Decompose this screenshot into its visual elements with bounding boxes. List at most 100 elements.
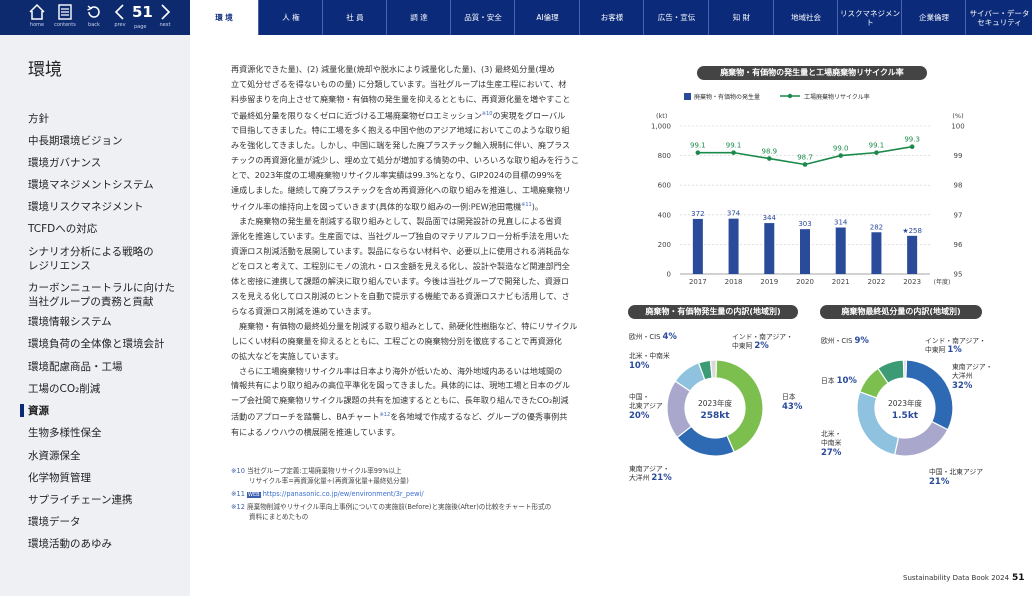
legend-bar-label: 廃棄物・有価物の発生量 <box>694 93 760 101</box>
bar-2022 <box>871 232 882 274</box>
sidebar-item-resources[interactable]: 資源 <box>28 404 49 418</box>
tab-business-ethics[interactable]: 企業倫理 <box>901 0 966 35</box>
sidebar-item-info-system[interactable]: 環境情報システム <box>28 315 112 329</box>
tab-employees[interactable]: 社 員 <box>322 0 387 35</box>
bar-value-label: 344 <box>763 214 777 222</box>
right-tick-label: 97 <box>954 211 963 219</box>
sidebar-item-biodiversity[interactable]: 生物多様性保全 <box>28 426 102 440</box>
text-line: 達成しました。継続して廃プラスチックを含め再資源化への取り組みを推進し、工場廃棄… <box>231 184 571 195</box>
chart-2-title: 廃棄物・有価物発生量の内訳(地域別) <box>628 305 798 319</box>
tab-quality-safety[interactable]: 品質・安全 <box>450 0 515 35</box>
sidebar-item-env-data[interactable]: 環境データ <box>28 515 81 529</box>
sidebar-item-governance[interactable]: 環境ガバナンス <box>28 156 101 170</box>
text-line: らなる資源ロス削減を進めていきます。 <box>231 305 376 316</box>
text-line: 活動のアプローチを踏襲し、BAチャート※12を各地域で作成するなど、グループの優… <box>231 408 593 425</box>
tab-risk-management[interactable]: リスクマネジメント <box>837 0 902 35</box>
bar-value-label: 374 <box>727 210 741 218</box>
tab-environment[interactable]: 環 境 <box>190 0 258 35</box>
line-value-label: 98.7 <box>797 153 813 161</box>
text-line: で最終処分量を限りなくゼロに近づける工場廃棄物ゼロエミッション※10の実現をグロ… <box>231 107 593 124</box>
text-span: サイクル率の維持向上を図っていきます(具体的な取り組みの一例:PEW池田電機 <box>231 201 522 212</box>
donut-percent: 21% <box>651 473 672 483</box>
text-line: 廃棄物・有価物の最終処分量を削減する取り組みとして、熱硬化性樹脂など、特にリサイ… <box>239 320 578 331</box>
footnote-ref[interactable]: ※11 <box>521 202 532 208</box>
page-number[interactable]: 51 <box>132 3 153 21</box>
next-button[interactable]: next <box>152 3 178 28</box>
text-line: 情報共有により取り組みの高位平準化を図ってきました。具体的には、現地工場と日本の… <box>231 380 571 391</box>
footnote-ref[interactable]: ※12 <box>380 412 391 418</box>
external-link[interactable]: https://panasonic.co.jp/ew/environment/3… <box>263 490 424 498</box>
donut-chart-final-disposal: 2023年度 1.5kt 東南アジア・大洋州32% 中国・北東アジア21% 北米・中南米… <box>821 336 993 487</box>
bar-value-label: 303 <box>798 220 811 228</box>
back-button[interactable]: back <box>81 3 107 28</box>
sidebar-item-history[interactable]: 環境活動のあゆみ <box>28 537 112 551</box>
sidebar-item-accounting[interactable]: 環境負荷の全体像と環境会計 <box>28 337 165 351</box>
tab-cyber-security[interactable]: サイバー・データ セキュリティ <box>965 0 1032 35</box>
left-tick-label: 200 <box>658 241 671 249</box>
sidebar-item-carbon-neutral[interactable]: カーボンニュートラルに向けた 当社グループの責務と貢献 <box>28 281 175 309</box>
bar-value-label: 372 <box>691 210 704 218</box>
legend-line-label: 工場廃棄物リサイクル率 <box>804 93 870 101</box>
donut-center-total: 258kt <box>700 411 730 421</box>
donut-percent: 2% <box>754 341 769 351</box>
donut-region-label: 欧州・CIS 4% <box>629 332 677 342</box>
back-icon <box>87 5 100 18</box>
tab-community[interactable]: 地域社会 <box>773 0 838 35</box>
page-footer: Sustainability Data Book 2024 51 <box>903 573 1025 583</box>
text-span: )。 <box>531 201 543 212</box>
donut-percent: 32% <box>952 381 973 391</box>
sidebar-item-supply-chain[interactable]: サプライチェーン連携 <box>28 493 132 507</box>
sidebar-item-tcfd[interactable]: TCFDへの対応 <box>28 222 97 236</box>
back-label: back <box>88 22 100 28</box>
chevron-right-icon <box>161 4 171 20</box>
text-line: 料歩留まりを向上させて廃棄物・有価物の発生量を抑えるとともに、再資源化量を増やす… <box>231 93 571 104</box>
contents-button[interactable]: contents <box>52 3 78 28</box>
sidebar-item-co2[interactable]: 工場のCO₂削減 <box>28 382 100 396</box>
footnote-text: 廃棄物削減やリサイクル率向上事例についての実施前(Before)と実施後(Aft… <box>247 503 552 511</box>
tab-human-rights[interactable]: 人 権 <box>258 0 323 35</box>
next-label: next <box>159 22 171 28</box>
text-line: 立て処分せざるを得ないものの量) に分類しています。当社グループは生産工程におい… <box>231 78 567 89</box>
text-line: ープ会社間で廃棄物リサイクル課題の共有を加速するとともに、長年取り組んできたCO… <box>231 395 569 406</box>
x-tick-label: 2018 <box>725 278 743 286</box>
sidebar-item-policy[interactable]: 方針 <box>28 112 49 126</box>
sidebar-item-scenario[interactable]: シナリオ分析による戦略の レジリエンス <box>28 245 154 273</box>
chart-3-title: 廃棄物最終処分量の内訳(地域別) <box>820 305 982 319</box>
footnote-ref[interactable]: ※10 <box>482 111 493 117</box>
tab-customers[interactable]: お客様 <box>579 0 644 35</box>
bar-2020 <box>800 229 810 274</box>
donut-percent: 43% <box>782 402 803 412</box>
tab-ai-ethics[interactable]: AI倫理 <box>514 0 580 35</box>
home-button[interactable]: home <box>24 3 50 28</box>
top-navigation-bar: home contents back prev 51 page next 環 境… <box>0 0 1032 35</box>
line-point-2019 <box>766 156 772 161</box>
page-label: page <box>134 24 147 30</box>
donut-percent: 4% <box>662 332 677 342</box>
footer-page-number: 51 <box>1012 573 1025 583</box>
donut-region-label: 北東アジア <box>629 401 663 410</box>
donut-percent: 21% <box>929 477 950 487</box>
bar-value-label: ★258 <box>902 227 922 235</box>
tab-intellectual-property[interactable]: 知 財 <box>708 0 774 35</box>
left-tick-label: 1,000 <box>651 123 671 131</box>
donut-region-label: インド・南アジア・ <box>732 332 793 341</box>
right-axis-unit: (%) <box>952 112 963 120</box>
x-tick-label: 2020 <box>796 278 814 286</box>
x-axis-unit: (年度) <box>934 278 951 286</box>
footnote-mark: ※12 <box>231 503 245 511</box>
donut-region-label: 中東阿 2% <box>732 341 769 351</box>
paragraph-1: 再資源化できた量)、(2) 減量化量(焼却や脱水により減量化した量)、(3) 最… <box>231 62 593 440</box>
sidebar-item-products[interactable]: 環境配慮商品・工場 <box>28 360 123 374</box>
tab-procurement[interactable]: 調 達 <box>386 0 451 35</box>
donut-region-label: 東南アジア・ <box>952 362 993 371</box>
sidebar-item-vision[interactable]: 中長期環境ビジョン <box>28 134 123 148</box>
sidebar-item-water[interactable]: 水資源保全 <box>28 449 81 463</box>
sidebar-item-risk[interactable]: 環境リスクマネジメント <box>28 200 144 214</box>
tab-advertising[interactable]: 広告・宣伝 <box>643 0 709 35</box>
prev-button[interactable]: prev <box>107 3 133 28</box>
donut-percent: 27% <box>821 448 842 458</box>
bar-2019 <box>764 223 775 274</box>
chart-1-title: 廃棄物・有価物の発生量と工場廃棄物リサイクル率 <box>697 66 927 80</box>
sidebar-item-chemicals[interactable]: 化学物質管理 <box>28 471 91 485</box>
sidebar-item-ems[interactable]: 環境マネジメントシステム <box>28 178 154 192</box>
